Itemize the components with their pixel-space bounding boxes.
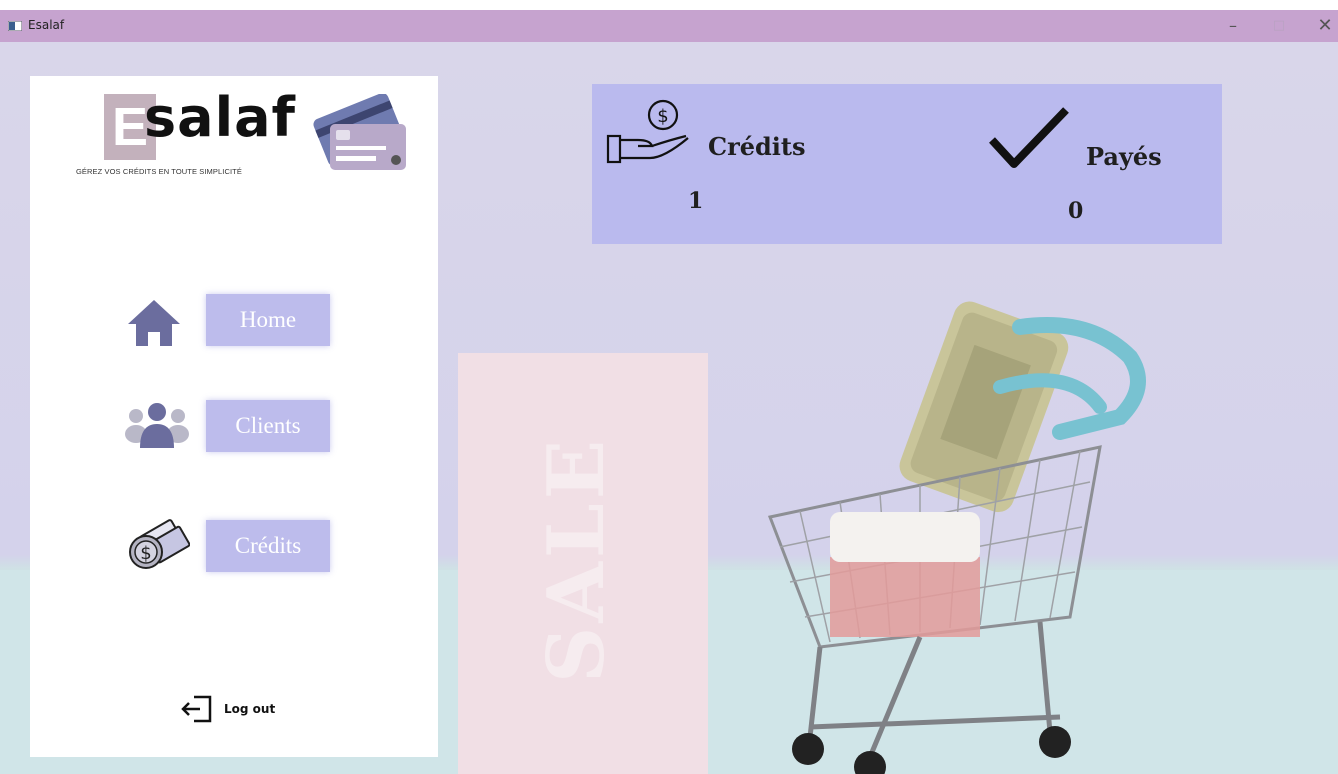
sidebar: E salaf GÉREZ VOS CRÉDITS EN TOUTE SIMPL… [30,76,438,757]
logo-word: salaf [144,86,297,149]
close-button[interactable]: ✕ [1314,15,1336,37]
logo-tagline: GÉREZ VOS CRÉDITS EN TOUTE SIMPLICITÉ [76,167,242,176]
svg-text:$: $ [657,106,668,127]
hand-coin-icon: $ [606,99,689,164]
svg-text:$: $ [140,543,151,564]
sale-card: SALE [458,353,708,774]
logout-button[interactable]: Log out [180,694,275,724]
stat-paid-label: Payés [1086,142,1162,171]
sale-text: SALE [531,436,622,683]
shopping-cart-illustration [767,301,1146,774]
credits-button[interactable]: Crédits [206,520,330,572]
logout-icon [181,695,212,723]
stat-paid-value: 0 [1068,198,1084,224]
users-icon[interactable] [124,400,190,452]
logout-label: Log out [224,702,276,716]
sale-card-art: SALE [531,436,622,683]
clients-button[interactable]: Clients [206,400,330,452]
stat-credits-label: Crédits [708,132,806,161]
stats-panel: $ Crédits 1 Payés 0 [592,84,1222,244]
window-title: Esalaf [28,18,65,32]
app-logo: E salaf GÉREZ VOS CRÉDITS EN TOUTE SIMPL… [72,86,412,204]
money-icon[interactable]: $ [124,514,190,574]
stat-credits-value: 1 [688,188,704,214]
window-titlebar: Esalaf – □ ✕ [0,10,1338,42]
credit-cards-icon [313,94,406,170]
home-icon[interactable] [126,296,182,348]
checkmark-icon [989,107,1069,168]
app-icon [8,21,22,31]
home-button[interactable]: Home [206,294,330,346]
minimize-button[interactable]: – [1222,15,1244,37]
maximize-button[interactable]: □ [1268,15,1290,37]
